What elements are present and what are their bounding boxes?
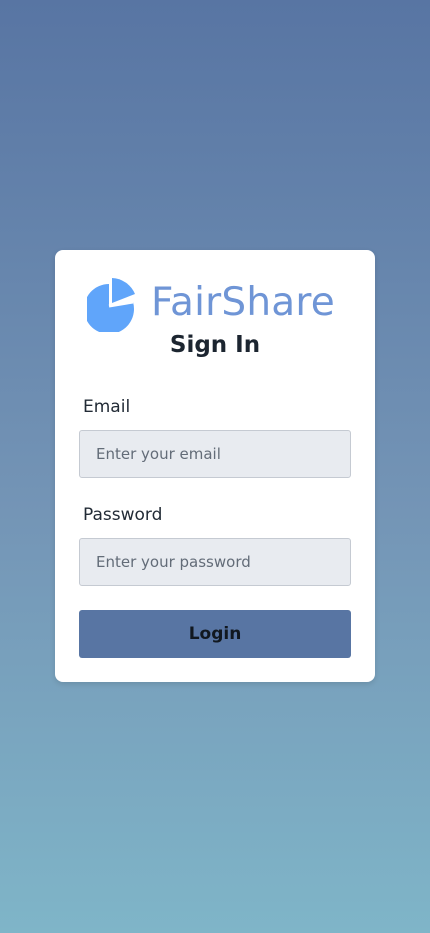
page-title: Sign In xyxy=(169,332,261,358)
login-button[interactable]: Login xyxy=(79,610,351,658)
email-label: Email xyxy=(83,397,131,417)
password-label: Password xyxy=(83,505,163,525)
password-field[interactable] xyxy=(79,538,351,586)
brand-name: FairShare xyxy=(151,279,335,325)
brand-logo: FairShare xyxy=(87,272,335,332)
login-card: FairShare Sign In Email Password Login xyxy=(55,250,375,682)
pie-chart-icon xyxy=(87,278,135,332)
email-field[interactable] xyxy=(79,430,351,478)
